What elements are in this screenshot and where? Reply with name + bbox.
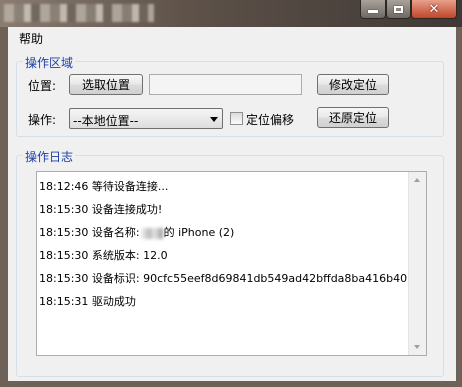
scroll-down-icon[interactable] bbox=[414, 345, 420, 349]
operation-label: 操作: bbox=[28, 113, 57, 127]
minimize-icon bbox=[368, 10, 378, 13]
close-icon: ✕ bbox=[428, 1, 440, 17]
position-label: 位置: bbox=[28, 79, 57, 93]
log-line: 18:15:31 驱动成功 bbox=[39, 295, 136, 308]
log-line: 18:12:46 等待设备连接... bbox=[39, 180, 169, 193]
chevron-down-icon bbox=[210, 117, 218, 122]
maximize-icon bbox=[394, 5, 403, 13]
restore-location-button[interactable]: 还原定位 bbox=[317, 107, 389, 128]
modify-location-button-label: 修改定位 bbox=[328, 78, 377, 92]
select-position-button[interactable]: 选取位置 bbox=[69, 74, 143, 95]
modify-location-button[interactable]: 修改定位 bbox=[317, 74, 389, 95]
maximize-button[interactable] bbox=[386, 0, 411, 19]
position-field[interactable] bbox=[149, 74, 302, 95]
menu-bar: 帮助 bbox=[8, 27, 456, 47]
title-bar: ✕ bbox=[0, 0, 462, 27]
minimize-button[interactable] bbox=[360, 0, 386, 19]
restore-location-button-label: 还原定位 bbox=[328, 111, 377, 125]
log-line: 18:15:30 设备连接成功! bbox=[39, 203, 163, 216]
redacted-device-name bbox=[140, 227, 163, 239]
log-line: 18:15:30 设备标识: 90cfc55eef8d69841db549ad4… bbox=[39, 272, 408, 285]
log-line: 18:15:30 设备名称: 的 iPhone (2) bbox=[39, 226, 235, 239]
select-position-button-label: 选取位置 bbox=[81, 78, 130, 92]
log-scrollbar[interactable] bbox=[408, 172, 426, 355]
log-line: 18:15:30 系统版本: 12.0 bbox=[39, 249, 168, 262]
close-button[interactable]: ✕ bbox=[411, 0, 457, 19]
operation-log-legend: 操作日志 bbox=[23, 148, 76, 165]
operation-area-legend: 操作区域 bbox=[23, 54, 76, 71]
window-client-area: 帮助 操作区域 位置: 选取位置 修改定位 操作: --本地位置-- 定位偏移 … bbox=[8, 27, 456, 381]
offset-checkbox[interactable] bbox=[230, 112, 243, 125]
log-textarea[interactable]: 18:12:46 等待设备连接... 18:15:30 设备连接成功! 18:1… bbox=[36, 171, 427, 356]
menu-help[interactable]: 帮助 bbox=[16, 30, 46, 47]
operation-select-value: --本地位置-- bbox=[73, 114, 139, 128]
scroll-up-icon[interactable] bbox=[414, 178, 420, 182]
operation-select[interactable]: --本地位置-- bbox=[69, 108, 223, 129]
offset-checkbox-label[interactable]: 定位偏移 bbox=[246, 111, 294, 128]
blurred-window-title bbox=[4, 4, 154, 22]
